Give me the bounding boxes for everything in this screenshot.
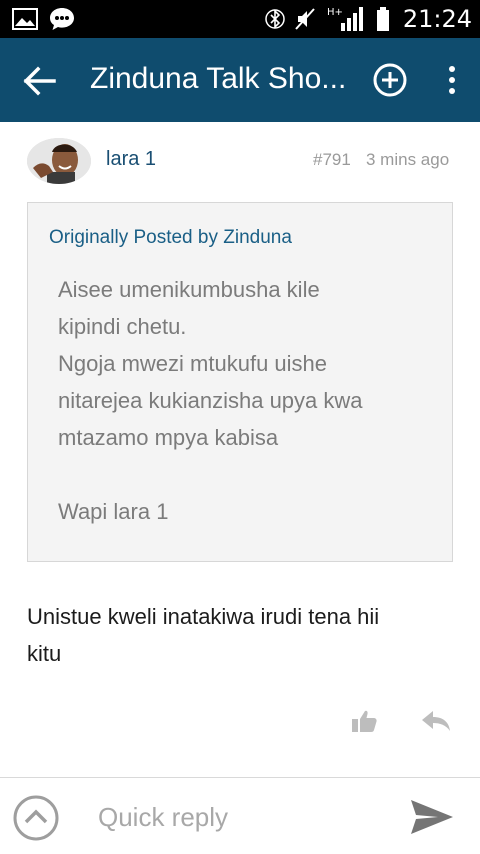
- like-button[interactable]: [350, 708, 378, 734]
- signal-icon: H+: [325, 5, 367, 33]
- send-icon: [411, 800, 453, 834]
- battery-icon: [375, 6, 391, 32]
- post-body: Unistue kweli inatakiwa irudi tena hii k…: [27, 598, 457, 672]
- quote-line: Wapi lara 1: [58, 499, 169, 524]
- post-timestamp: 3 mins ago: [366, 150, 450, 169]
- quick-reply-bar: [0, 778, 480, 854]
- quote-line: kipindi chetu.: [58, 314, 187, 339]
- expand-reply-button[interactable]: [12, 794, 60, 842]
- post-header: lara 1 #791 3 mins ago: [0, 122, 480, 198]
- new-post-button[interactable]: [372, 62, 408, 98]
- reply-arrow-icon: [422, 711, 450, 731]
- quote-line: nitarejea kukianzisha upya kwa: [58, 388, 363, 413]
- more-vertical-icon: [449, 66, 455, 94]
- bluetooth-icon: [265, 6, 285, 32]
- chat-notification-icon: [48, 6, 76, 32]
- back-button[interactable]: [22, 64, 58, 98]
- plus-circle-icon: [373, 63, 407, 97]
- status-bar: H+ 21:24: [0, 0, 480, 38]
- arrow-left-icon: [23, 66, 56, 96]
- chevron-up-icon: [13, 795, 59, 841]
- thumbs-up-icon: [352, 710, 377, 732]
- reply-button[interactable]: [420, 708, 452, 734]
- quote-line: [58, 456, 438, 493]
- more-options-button[interactable]: [440, 62, 464, 98]
- post-number: #791: [313, 150, 351, 169]
- post-author[interactable]: lara 1: [106, 148, 156, 171]
- page-title: Zinduna Talk Sho...: [90, 62, 347, 95]
- post-body-line: kitu: [27, 641, 62, 666]
- gallery-icon: [12, 8, 38, 30]
- post-body-line: Unistue kweli inatakiwa irudi tena hii: [27, 604, 380, 629]
- app-bar: Zinduna Talk Sho...: [0, 38, 480, 122]
- quote-text: Aisee umenikumbusha kile kipindi chetu. …: [58, 271, 438, 530]
- send-button[interactable]: [410, 798, 454, 836]
- avatar[interactable]: [27, 138, 91, 184]
- status-time: 21:24: [402, 5, 472, 33]
- quote-line: Ngoja mwezi mtukufu uishe: [58, 351, 328, 376]
- quote-line: Aisee umenikumbusha kile: [58, 277, 320, 302]
- quick-reply-input[interactable]: [98, 800, 378, 834]
- quote-header[interactable]: Originally Posted by Zinduna: [49, 227, 292, 249]
- quote-box: Originally Posted by Zinduna Aisee umeni…: [27, 202, 453, 562]
- network-type-label: H+: [327, 7, 343, 18]
- mute-icon: [293, 6, 317, 32]
- quote-line: mtazamo mpya kabisa: [58, 425, 279, 450]
